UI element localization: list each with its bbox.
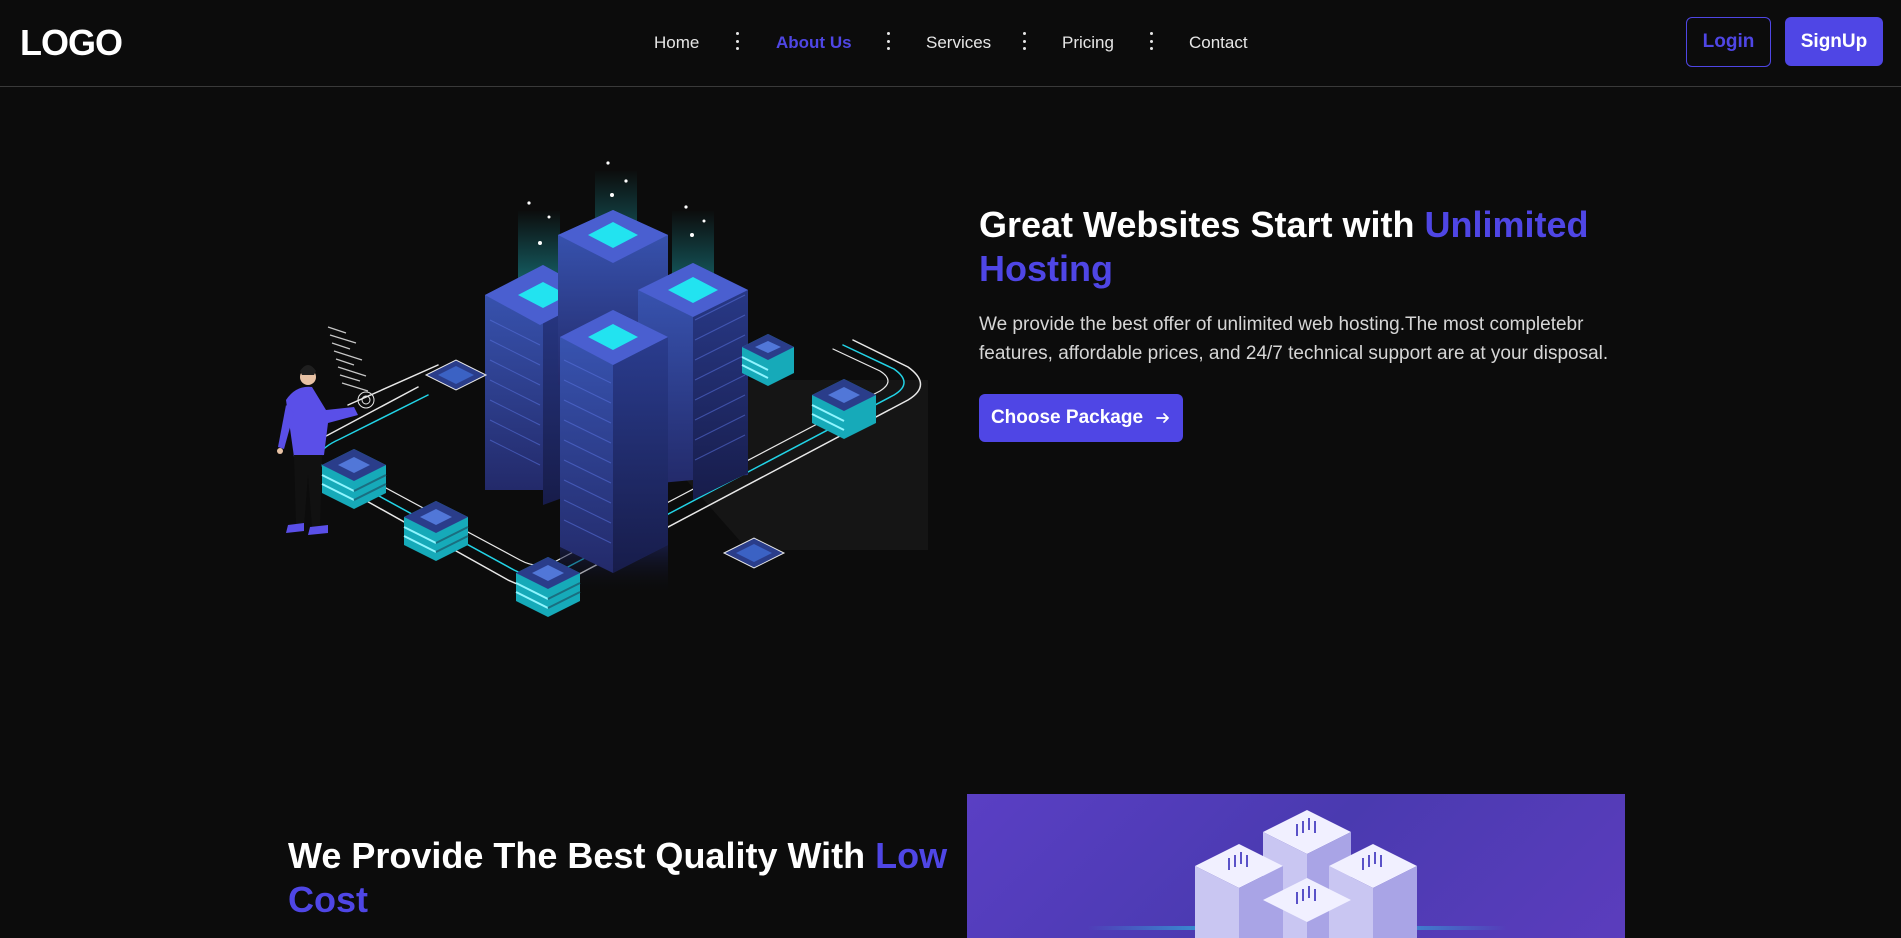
section2-title-plain: We Provide The Best Quality With	[288, 835, 876, 876]
section2-title: We Provide The Best Quality With Low Cos…	[288, 834, 948, 922]
hero-title: Great Websites Start with Unlimited Host…	[979, 203, 1619, 291]
signup-button[interactable]: SignUp	[1785, 17, 1883, 66]
nav-separator-icon	[1021, 32, 1027, 50]
login-button[interactable]: Login	[1686, 17, 1771, 67]
arrow-right-icon	[1156, 413, 1169, 423]
nav-pricing[interactable]: Pricing	[1062, 33, 1114, 53]
site-header: LOGO Home About Us Services Pricing Cont…	[0, 0, 1901, 87]
nav-separator-icon	[734, 32, 740, 50]
nav-contact[interactable]: Contact	[1189, 33, 1248, 53]
choose-package-label: Choose Package	[990, 407, 1144, 428]
hero-description: We provide the best offer of unlimited w…	[979, 314, 1609, 364]
nav-separator-icon	[885, 32, 891, 50]
nav-separator-icon	[1148, 32, 1154, 50]
hero-title-plain: Great Websites Start with	[979, 204, 1425, 245]
server-isometric-illustration	[277, 161, 928, 617]
server-cubes-image	[967, 794, 1625, 938]
main-nav: Home About Us Services Pricing Contact	[0, 0, 1901, 87]
nav-home[interactable]: Home	[654, 33, 699, 53]
choose-package-button[interactable]: Choose Package	[979, 394, 1183, 442]
server-cubes-illustration	[1087, 810, 1507, 938]
nav-about-us[interactable]: About Us	[776, 33, 852, 53]
nav-services[interactable]: Services	[926, 33, 991, 53]
